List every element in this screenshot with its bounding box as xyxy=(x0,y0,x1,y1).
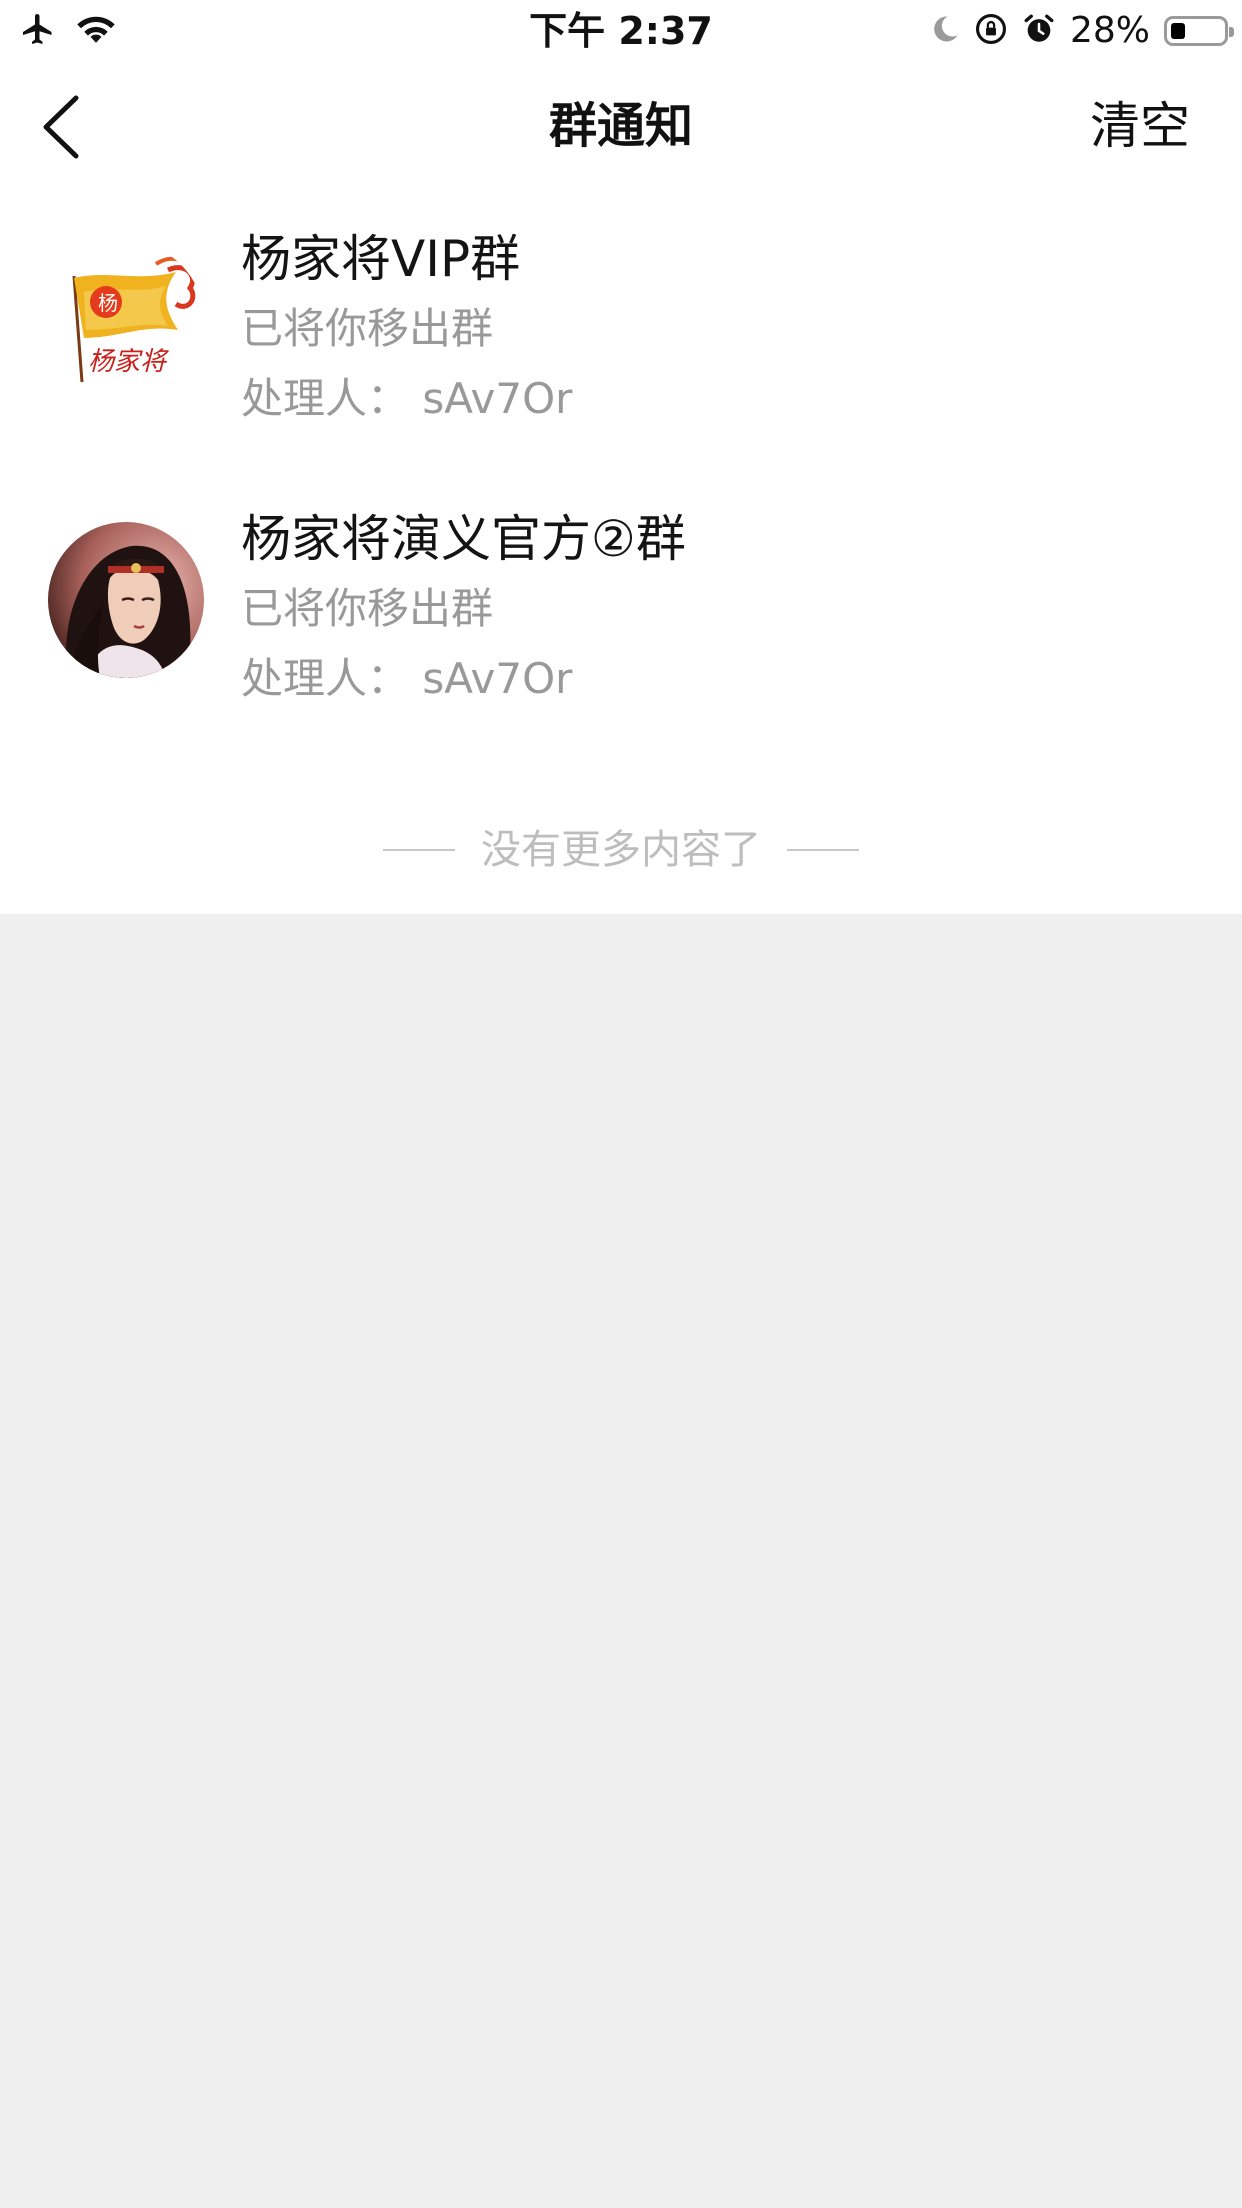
notice-text: 杨家将演义官方②群 已将你移出群 处理人： sAv7Or xyxy=(241,504,686,714)
notice-list: 杨 杨家将 杨家将VIP群 已将你移出群 处理人： sAv7Or 杨家将演义官方… xyxy=(0,212,1242,772)
notice-text: 杨家将VIP群 已将你移出群 处理人： sAv7Or xyxy=(241,224,572,434)
operator-line: 处理人： sAv7Or xyxy=(241,374,573,423)
avatar-character-portrait[interactable] xyxy=(48,522,204,678)
avatar-flag-logo[interactable]: 杨 杨家将 xyxy=(48,242,204,398)
divider-line-left xyxy=(383,849,455,851)
svg-text:杨家将: 杨家将 xyxy=(88,347,170,377)
battery-percent: 28% xyxy=(1069,10,1150,51)
status-bar: 下午 2:37 28% xyxy=(0,0,1242,62)
rotation-lock-icon xyxy=(974,12,1008,50)
moon-icon xyxy=(930,13,960,49)
operator-line: 处理人： sAv7Or xyxy=(241,654,573,703)
notice-item[interactable]: 杨 杨家将 杨家将VIP群 已将你移出群 处理人： sAv7Or xyxy=(0,212,1242,492)
divider-line-right xyxy=(787,849,859,851)
battery-tip xyxy=(1229,27,1234,37)
nav-bar: 群通知 清空 xyxy=(0,62,1242,190)
alarm-icon xyxy=(1022,12,1056,50)
clear-button[interactable]: 清空 xyxy=(1090,94,1190,158)
end-of-list: 没有更多内容了 xyxy=(0,820,1242,880)
notice-action: 已将你移出群 xyxy=(241,304,494,353)
svg-text:杨: 杨 xyxy=(98,291,118,315)
battery-icon xyxy=(1164,16,1234,46)
notice-action: 已将你移出群 xyxy=(241,584,494,633)
group-name: 杨家将演义官方②群 xyxy=(241,510,686,568)
content-area: 下午 2:37 28% 群通知 清空 杨 杨家将 杨家将VIP群 已将你移出群 … xyxy=(0,0,1242,914)
notice-item[interactable]: 杨家将演义官方②群 已将你移出群 处理人： sAv7Or xyxy=(0,492,1242,772)
page-title: 群通知 xyxy=(548,98,693,154)
battery-fill xyxy=(1171,23,1185,39)
group-name: 杨家将VIP群 xyxy=(241,230,521,288)
end-of-list-text: 没有更多内容了 xyxy=(481,827,761,873)
status-right: 28% xyxy=(930,10,1234,52)
